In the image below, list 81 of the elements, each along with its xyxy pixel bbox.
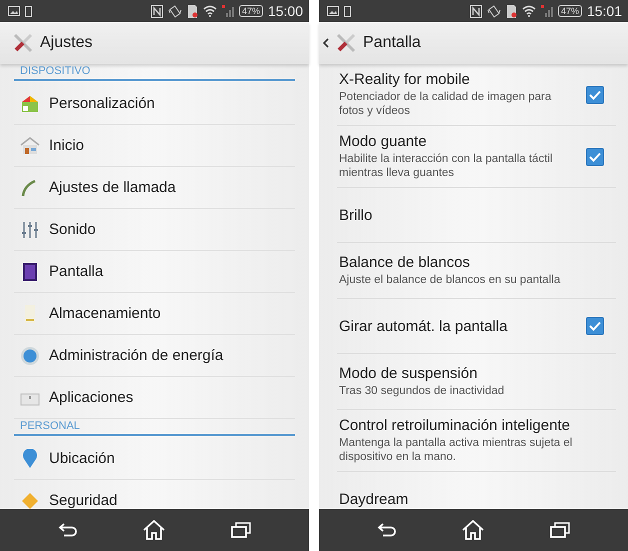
recent-apps-icon[interactable]	[231, 522, 252, 538]
signal-icon	[222, 5, 234, 17]
settings-item-label: Ajustes de llamada	[49, 179, 176, 196]
settings-item[interactable]: Ajustes de llamada	[14, 167, 295, 209]
home-icon[interactable]	[462, 520, 484, 540]
check-icon	[589, 321, 601, 331]
settings-tools-icon	[12, 32, 34, 54]
vibrate-icon	[486, 4, 501, 18]
wifi-icon	[202, 5, 217, 17]
settings-item[interactable]: Sonido	[14, 209, 295, 251]
setting-row[interactable]: Modo de suspensión Tras 30 segundos de inactividad	[337, 354, 616, 410]
setting-summary: Tras 30 segundos de inactividad	[339, 384, 506, 398]
picture-notification-icon	[8, 6, 20, 16]
nfc-icon	[470, 4, 482, 18]
equalizer-icon	[20, 220, 40, 240]
setting-title: Modo guante	[339, 133, 428, 150]
settings-item-label: Personalización	[49, 95, 155, 112]
back-chevron-icon[interactable]	[323, 38, 329, 48]
vibrate-icon	[168, 4, 182, 18]
screen-title: Pantalla	[363, 34, 421, 52]
settings-item[interactable]: Almacenamiento	[14, 293, 295, 335]
section-header: DISPOSITIVO	[19, 64, 92, 79]
settings-item-label: Sonido	[49, 221, 96, 238]
settings-item-label: Seguridad	[49, 492, 118, 509]
settings-item[interactable]: Inicio	[14, 125, 295, 167]
picture-notification-icon	[327, 6, 339, 16]
home-icon[interactable]	[143, 520, 166, 540]
settings-item[interactable]: Administración de energía	[14, 335, 295, 377]
settings-item[interactable]: Aplicaciones	[14, 377, 295, 419]
status-time: 15:00	[268, 3, 303, 19]
setting-summary: Mantenga la pantalla activa mientras sujeta el dispositivo en la mano.	[339, 436, 574, 464]
setting-title: Girar automát. la pantalla	[339, 318, 508, 334]
setting-summary: Habilite la interacción con la pantalla táctil mientras lleva guantes	[339, 152, 554, 180]
check-icon	[589, 90, 601, 100]
checkbox[interactable]	[586, 86, 604, 104]
settings-item-label: Administración de energía	[49, 347, 224, 364]
setting-summary: Ajuste el balance de blancos en su pantalla	[339, 273, 562, 287]
phone-notification-icon	[25, 6, 32, 16]
recent-apps-icon[interactable]	[550, 522, 570, 538]
setting-title: Modo de suspensión	[339, 365, 478, 382]
settings-item[interactable]: Ubicación	[14, 438, 295, 480]
back-icon[interactable]	[376, 523, 397, 537]
settings-item-label: Almacenamiento	[49, 305, 161, 322]
setting-row[interactable]: Brillo	[337, 188, 616, 243]
setting-row[interactable]: Modo guante Habilite la interacción con la pantalla táctil mientras lleva guantes	[337, 126, 616, 188]
screen-title: Ajustes	[40, 34, 92, 52]
settings-item-label: Ubicación	[49, 450, 115, 467]
settings-tools-icon	[335, 32, 357, 54]
setting-row[interactable]: Control retroiluminación inteligente Mantenga la pantalla activa mientras sujeta el dispositivo en la mano.	[337, 410, 616, 472]
back-icon[interactable]	[58, 523, 78, 537]
setting-title: Control retroiluminación inteligente	[339, 417, 571, 434]
home-screen-icon	[20, 94, 40, 114]
battery-level: 47%	[238, 5, 263, 17]
setting-title: X-Reality for mobile	[339, 71, 471, 88]
setting-title: Daydream	[339, 490, 410, 508]
section-header: PERSONAL	[19, 419, 81, 434]
location-pin-icon	[20, 448, 40, 468]
status-time: 15:01	[586, 3, 622, 19]
setting-row[interactable]: Girar automát. la pantalla	[337, 299, 616, 354]
battery-level: 47%	[558, 5, 582, 17]
checkbox[interactable]	[586, 317, 604, 335]
settings-item-label: Inicio	[49, 137, 84, 154]
settings-item-label: Pantalla	[49, 263, 104, 280]
setting-row[interactable]: Balance de blancos Ajuste el balance de blancos en su pantalla	[337, 243, 616, 299]
wifi-icon	[522, 5, 536, 17]
nfc-icon	[150, 4, 163, 18]
house-icon	[20, 136, 40, 156]
setting-row[interactable]: X-Reality for mobile Potenciador de la calidad de imagen para fotos y vídeos	[337, 64, 616, 126]
phone-notification-icon	[344, 6, 351, 16]
setting-title: Brillo	[339, 206, 374, 224]
sim-card-icon	[186, 4, 198, 18]
sim-card-icon	[506, 4, 517, 18]
checkbox[interactable]	[586, 148, 604, 166]
check-icon	[589, 152, 601, 162]
settings-item-label: Aplicaciones	[49, 389, 134, 406]
setting-summary: Potenciador de la calidad de imagen para fotos y vídeos	[339, 90, 552, 118]
display-icon	[20, 262, 40, 282]
setting-title: Balance de blancos	[339, 254, 471, 271]
settings-item[interactable]: Personalización	[14, 83, 295, 125]
settings-item[interactable]: Pantalla	[14, 251, 295, 293]
signal-icon	[540, 5, 553, 17]
